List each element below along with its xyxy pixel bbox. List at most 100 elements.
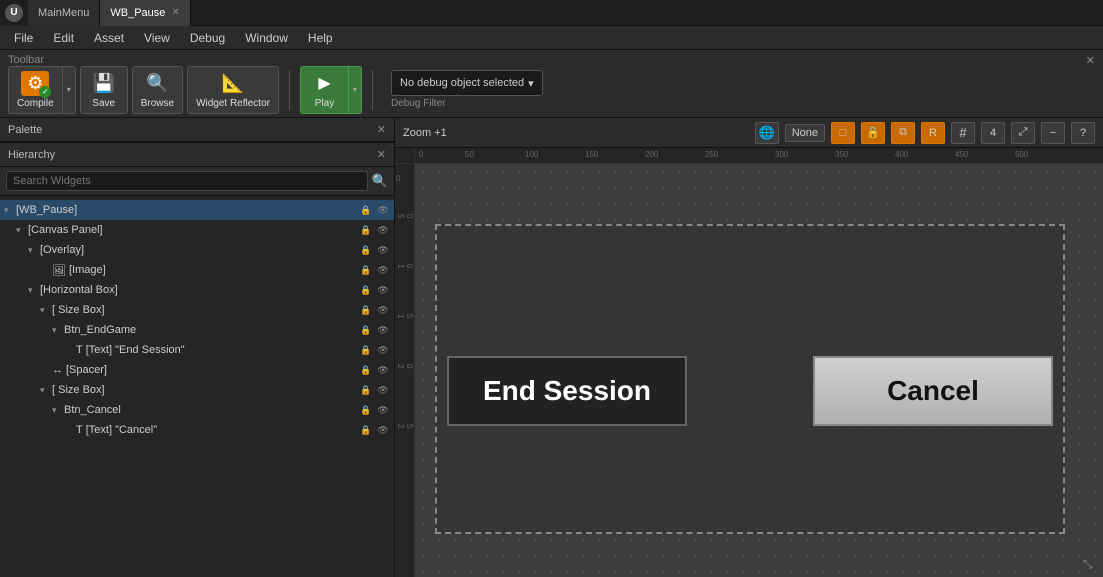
tab-mainmenu-label: MainMenu — [38, 7, 89, 19]
tree-lock-icon-text_endsession[interactable]: 🔒 — [359, 345, 373, 356]
palette-close[interactable]: ✕ — [377, 123, 386, 136]
ruler-left-0: 0 — [396, 174, 400, 183]
main-layout: Palette ✕ Hierarchy ✕ 🔍 ▾[WB_Pause]🔒👁▾[C… — [0, 118, 1103, 577]
play-button[interactable]: Play — [300, 66, 348, 114]
tree-item-wb_pause[interactable]: ▾[WB_Pause]🔒👁 — [0, 200, 394, 220]
tree-eye-icon-sizebox2[interactable]: 👁 — [376, 385, 390, 396]
tree-icon-text_cancel: T — [76, 424, 83, 436]
resize-handle[interactable]: ⤡ — [1083, 557, 1099, 573]
toolbar-items: ✓ Compile ▾ 💾 Save 🔍 Browse 📐 Widget Ref… — [8, 66, 543, 114]
tree-lock-icon-sizebox2[interactable]: 🔒 — [359, 385, 373, 396]
tab-mainmenu[interactable]: MainMenu — [28, 0, 100, 26]
tree-label-text_cancel: [Text] "Cancel" — [86, 424, 359, 436]
browse-label: Browse — [141, 98, 174, 109]
tree-item-image[interactable]: 🖼[Image]🔒👁 — [0, 260, 394, 280]
canvas-tool-4[interactable]: 4 — [981, 122, 1005, 144]
menu-asset[interactable]: Asset — [84, 29, 134, 47]
save-label: Save — [92, 98, 115, 109]
browse-button[interactable]: 🔍 Browse — [132, 66, 183, 114]
tree-item-canvas_panel[interactable]: ▾[Canvas Panel]🔒👁 — [0, 220, 394, 240]
tree-eye-icon-text_endsession[interactable]: 👁 — [376, 345, 390, 356]
tree-lock-icon-btn_cancel[interactable]: 🔒 — [359, 405, 373, 416]
canvas-tool-rect[interactable]: □ — [831, 122, 855, 144]
compile-button[interactable]: ✓ Compile — [8, 66, 62, 114]
tree-item-btn_cancel[interactable]: ▾Btn_Cancel🔒👁 — [0, 400, 394, 420]
tree-item-sizebox2[interactable]: ▾[ Size Box]🔒👁 — [0, 380, 394, 400]
tree-eye-icon-spacer[interactable]: 👁 — [376, 365, 390, 376]
tree-eye-icon-image[interactable]: 👁 — [376, 265, 390, 276]
tree-lock-icon-wb_pause[interactable]: 🔒 — [359, 205, 373, 216]
tree-icon-image: 🖼 — [52, 264, 66, 277]
tree-label-sizebox2: [ Size Box] — [52, 384, 359, 396]
canvas-content[interactable]: End Session Cancel ⤡ — [415, 164, 1103, 577]
debug-dropdown-arrow-icon: ▾ — [528, 77, 534, 90]
tree-actions-text_cancel: 🔒👁 — [359, 425, 390, 436]
search-input[interactable] — [6, 171, 368, 191]
tree-lock-icon-overlay[interactable]: 🔒 — [359, 245, 373, 256]
tree-lock-icon-image[interactable]: 🔒 — [359, 265, 373, 276]
canvas-tool-lock[interactable]: 🔒 — [861, 122, 885, 144]
canvas-tool-minus[interactable]: − — [1041, 122, 1065, 144]
tree-item-btn_endgame[interactable]: ▾Btn_EndGame🔒👁 — [0, 320, 394, 340]
tree-lock-icon-canvas_panel[interactable]: 🔒 — [359, 225, 373, 236]
btn-cancel[interactable]: Cancel — [813, 356, 1053, 426]
canvas-tool-grid[interactable]: # — [951, 122, 975, 144]
play-button-group: Play ▾ — [300, 66, 362, 114]
tree-eye-icon-wb_pause[interactable]: 👁 — [376, 205, 390, 216]
tree-eye-icon-overlay[interactable]: 👁 — [376, 245, 390, 256]
tree-item-horizontal_box[interactable]: ▾[Horizontal Box]🔒👁 — [0, 280, 394, 300]
tree-item-text_cancel[interactable]: T[Text] "Cancel"🔒👁 — [0, 420, 394, 440]
save-button[interactable]: 💾 Save — [80, 66, 128, 114]
menu-debug[interactable]: Debug — [180, 29, 235, 47]
tree-eye-icon-btn_cancel[interactable]: 👁 — [376, 405, 390, 416]
canvas-area: Zoom +1 🌐 None □ 🔒 ⧉ R # 4 ⤢ − ? 0 — [395, 118, 1103, 577]
tab-wb-pause-close[interactable]: ✕ — [171, 7, 179, 18]
tree-item-text_endsession[interactable]: T[Text] "End Session"🔒👁 — [0, 340, 394, 360]
ruler-top: 0 50 100 150 200 250 300 350 400 450 500 — [395, 148, 1103, 164]
ruler-left-150: 150 — [396, 314, 415, 318]
tree-label-text_endsession: [Text] "End Session" — [86, 344, 359, 356]
menu-bar: File Edit Asset View Debug Window Help — [0, 26, 1103, 50]
tree-eye-icon-text_cancel[interactable]: 👁 — [376, 425, 390, 436]
canvas-tool-arrows[interactable]: ⤢ — [1011, 122, 1035, 144]
tree-lock-icon-spacer[interactable]: 🔒 — [359, 365, 373, 376]
palette-panel: Palette ✕ — [0, 118, 394, 143]
tab-wb-pause[interactable]: WB_Pause ✕ — [100, 0, 190, 26]
tree-item-sizebox1[interactable]: ▾[ Size Box]🔒👁 — [0, 300, 394, 320]
tree-lock-icon-btn_endgame[interactable]: 🔒 — [359, 325, 373, 336]
menu-window[interactable]: Window — [235, 29, 298, 47]
ruler-tick-0: 0 — [419, 150, 423, 159]
menu-help[interactable]: Help — [298, 29, 343, 47]
compile-dropdown-arrow[interactable]: ▾ — [62, 66, 76, 114]
tree-eye-icon-horizontal_box[interactable]: 👁 — [376, 285, 390, 296]
tree-lock-icon-text_cancel[interactable]: 🔒 — [359, 425, 373, 436]
menu-file[interactable]: File — [4, 29, 43, 47]
btn-end-session[interactable]: End Session — [447, 356, 687, 426]
tree-label-image: [Image] — [69, 264, 359, 276]
canvas-tool-globe[interactable]: 🌐 — [755, 122, 779, 144]
tree-lock-icon-sizebox1[interactable]: 🔒 — [359, 305, 373, 316]
tree-lock-icon-horizontal_box[interactable]: 🔒 — [359, 285, 373, 296]
widget-reflector-button[interactable]: 📐 Widget Reflector — [187, 66, 279, 114]
hierarchy-close[interactable]: ✕ — [377, 148, 386, 161]
tree-actions-wb_pause: 🔒👁 — [359, 205, 390, 216]
ruler-tick-500: 500 — [1015, 150, 1028, 159]
search-icon[interactable]: 🔍 — [372, 173, 388, 189]
tree-eye-icon-sizebox1[interactable]: 👁 — [376, 305, 390, 316]
canvas-tool-layers[interactable]: ⧉ — [891, 122, 915, 144]
canvas-tool-none[interactable]: None — [785, 124, 825, 142]
play-dropdown-arrow[interactable]: ▾ — [348, 66, 362, 114]
tree-actions-spacer: 🔒👁 — [359, 365, 390, 376]
toolbar-close[interactable]: ✕ — [1086, 54, 1095, 67]
tree-item-overlay[interactable]: ▾[Overlay]🔒👁 — [0, 240, 394, 260]
tree-actions-horizontal_box: 🔒👁 — [359, 285, 390, 296]
canvas-tool-r[interactable]: R — [921, 122, 945, 144]
tree-eye-icon-canvas_panel[interactable]: 👁 — [376, 225, 390, 236]
tree-item-spacer[interactable]: ↔[Spacer]🔒👁 — [0, 360, 394, 380]
tree-eye-icon-btn_endgame[interactable]: 👁 — [376, 325, 390, 336]
debug-object-dropdown[interactable]: No debug object selected ▾ — [391, 70, 543, 96]
menu-view[interactable]: View — [134, 29, 180, 47]
canvas-tool-question[interactable]: ? — [1071, 122, 1095, 144]
tree-arrow-btn_endgame: ▾ — [52, 325, 64, 336]
menu-edit[interactable]: Edit — [43, 29, 84, 47]
